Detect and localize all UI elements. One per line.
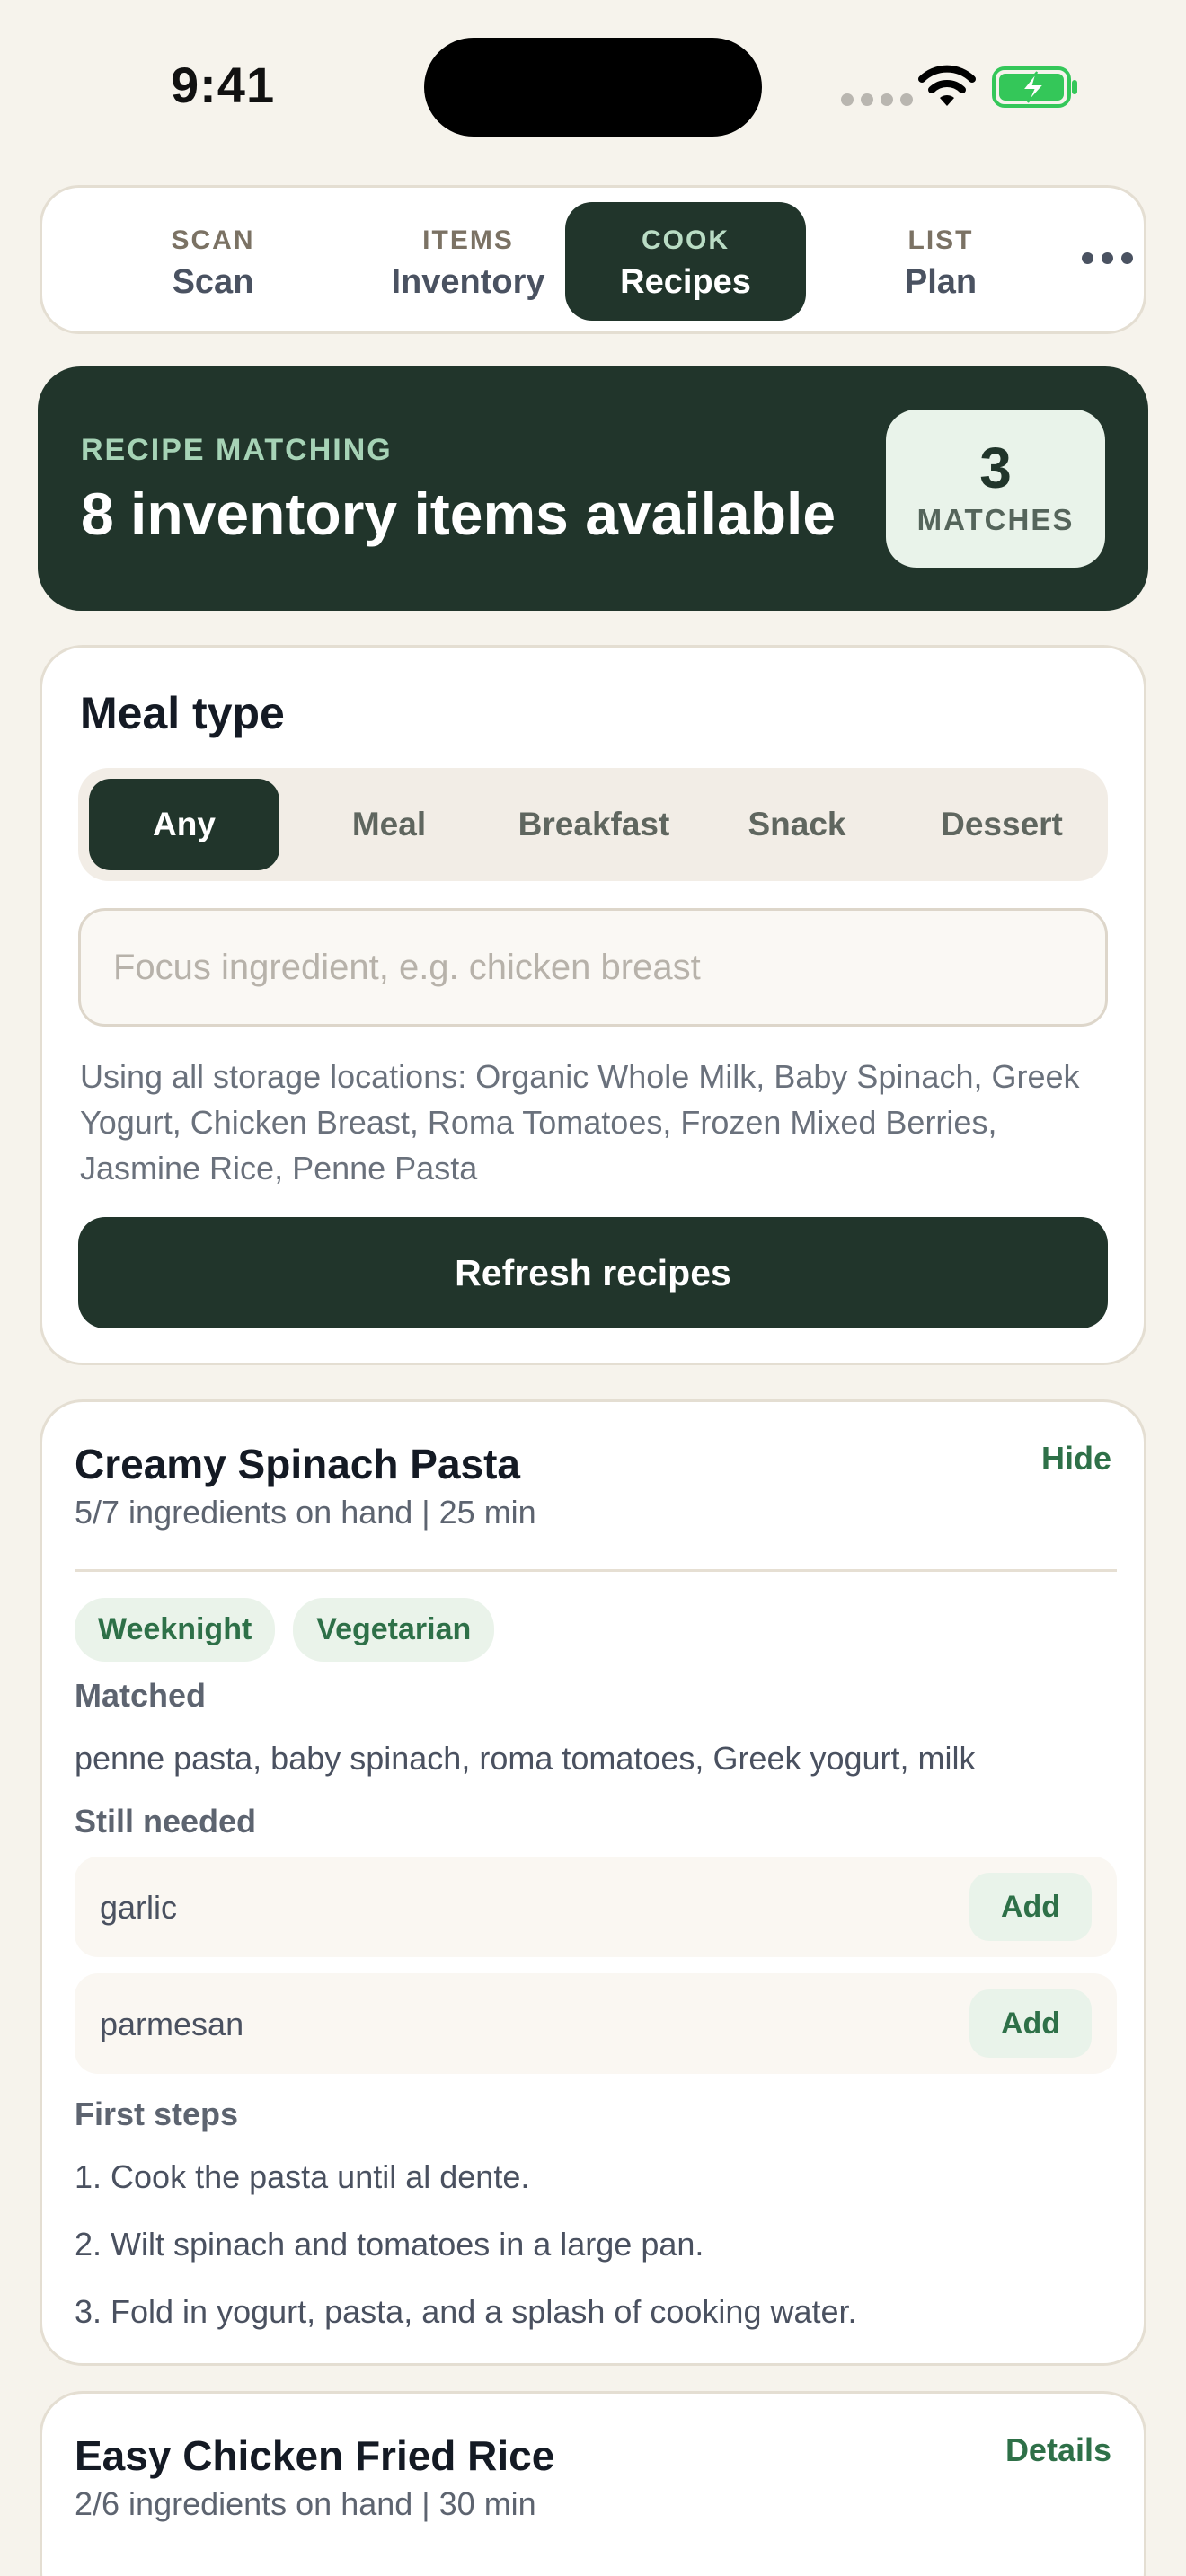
tab-kicker: COOK <box>642 225 730 255</box>
meal-type-snack[interactable]: Snack <box>702 779 892 870</box>
recipe-card: Creamy Spinach Pasta 5/7 ingredients on … <box>40 1399 1146 2366</box>
meal-type-any[interactable]: Any <box>89 779 279 870</box>
meal-type-breakfast[interactable]: Breakfast <box>499 779 689 870</box>
add-to-list-button[interactable]: Add <box>969 1989 1092 2058</box>
tab-kicker: LIST <box>907 225 974 255</box>
recipe-step: 3. Fold in yogurt, pasta, and a splash o… <box>75 2293 857 2330</box>
divider <box>75 1569 1117 1572</box>
refresh-recipes-button[interactable]: Refresh recipes <box>78 1217 1108 1328</box>
banner-kicker: RECIPE MATCHING <box>81 433 393 467</box>
meal-type-title: Meal type <box>80 688 285 738</box>
recipe-tags: Weeknight Vegetarian <box>75 1598 495 1662</box>
recipe-matching-banner: RECIPE MATCHING 8 inventory items availa… <box>38 366 1148 611</box>
recipe-title: Creamy Spinach Pasta <box>75 1441 521 1487</box>
recipe-details-button[interactable]: Details <box>1005 2431 1111 2469</box>
tab-recipes[interactable]: COOK Recipes <box>565 202 806 321</box>
banner-title: 8 inventory items available <box>81 481 836 547</box>
tab-label: Inventory <box>391 263 545 301</box>
section-tab-bar: SCAN Scan ITEMS Inventory COOK Recipes L… <box>40 185 1146 334</box>
storage-locations-note: Using all storage locations: Organic Who… <box>80 1058 1080 1187</box>
matched-ingredients: penne pasta, baby spinach, roma tomatoes… <box>75 1740 976 1777</box>
focus-ingredient-input[interactable] <box>78 908 1108 1027</box>
tab-plan[interactable]: LIST Plan <box>820 202 1061 321</box>
still-needed-heading: Still needed <box>75 1803 257 1839</box>
needed-ingredient-row: garlic Add <box>75 1857 1117 1957</box>
recipe-meta: 5/7 ingredients on hand | 25 min <box>75 1494 536 1531</box>
cellular-signal-icon <box>841 93 913 106</box>
ellipsis-icon[interactable] <box>1075 240 1138 276</box>
tab-label: Plan <box>904 263 978 301</box>
recipe-title: Easy Chicken Fried Rice <box>75 2432 555 2479</box>
needed-ingredient-name: garlic <box>100 1889 178 1926</box>
needed-ingredient-name: parmesan <box>100 2006 244 2042</box>
matches-count: 3 <box>979 436 1012 500</box>
first-steps-heading: First steps <box>75 2095 239 2132</box>
dynamic-island <box>424 38 762 137</box>
status-bar: 9:41 <box>0 0 1186 144</box>
recipe-meta: 2/6 ingredients on hand | 30 min <box>75 2485 536 2522</box>
wifi-icon <box>918 65 976 106</box>
meal-filter-card: Meal type Any Meal Breakfast Snack Desse… <box>40 645 1146 1365</box>
matches-badge: 3 MATCHES <box>886 410 1105 568</box>
recipe-step: 1. Cook the pasta until al dente. <box>75 2158 530 2195</box>
matched-heading: Matched <box>75 1677 207 1714</box>
recipe-tag: Vegetarian <box>293 1598 495 1662</box>
recipe-card: Easy Chicken Fried Rice 2/6 ingredients … <box>40 2391 1146 2576</box>
tab-inventory[interactable]: ITEMS Inventory <box>348 202 589 321</box>
matches-label: MATCHES <box>916 503 1075 536</box>
tab-scan[interactable]: SCAN Scan <box>93 202 333 321</box>
tab-label: Recipes <box>620 263 751 301</box>
tab-label: Scan <box>172 263 254 301</box>
status-time: 9:41 <box>171 57 276 113</box>
tab-kicker: SCAN <box>171 225 255 255</box>
meal-type-selector: Any Meal Breakfast Snack Dessert <box>78 768 1108 881</box>
recipe-step: 2. Wilt spinach and tomatoes in a large … <box>75 2226 704 2263</box>
add-to-list-button[interactable]: Add <box>969 1873 1092 1941</box>
battery-charging-icon <box>992 66 1077 108</box>
needed-ingredient-row: parmesan Add <box>75 1973 1117 2074</box>
hide-recipe-button[interactable]: Hide <box>1041 1440 1111 1478</box>
meal-type-dessert[interactable]: Dessert <box>907 779 1097 870</box>
tab-kicker: ITEMS <box>422 225 514 255</box>
meal-type-meal[interactable]: Meal <box>294 779 484 870</box>
recipe-tag: Weeknight <box>75 1598 276 1662</box>
